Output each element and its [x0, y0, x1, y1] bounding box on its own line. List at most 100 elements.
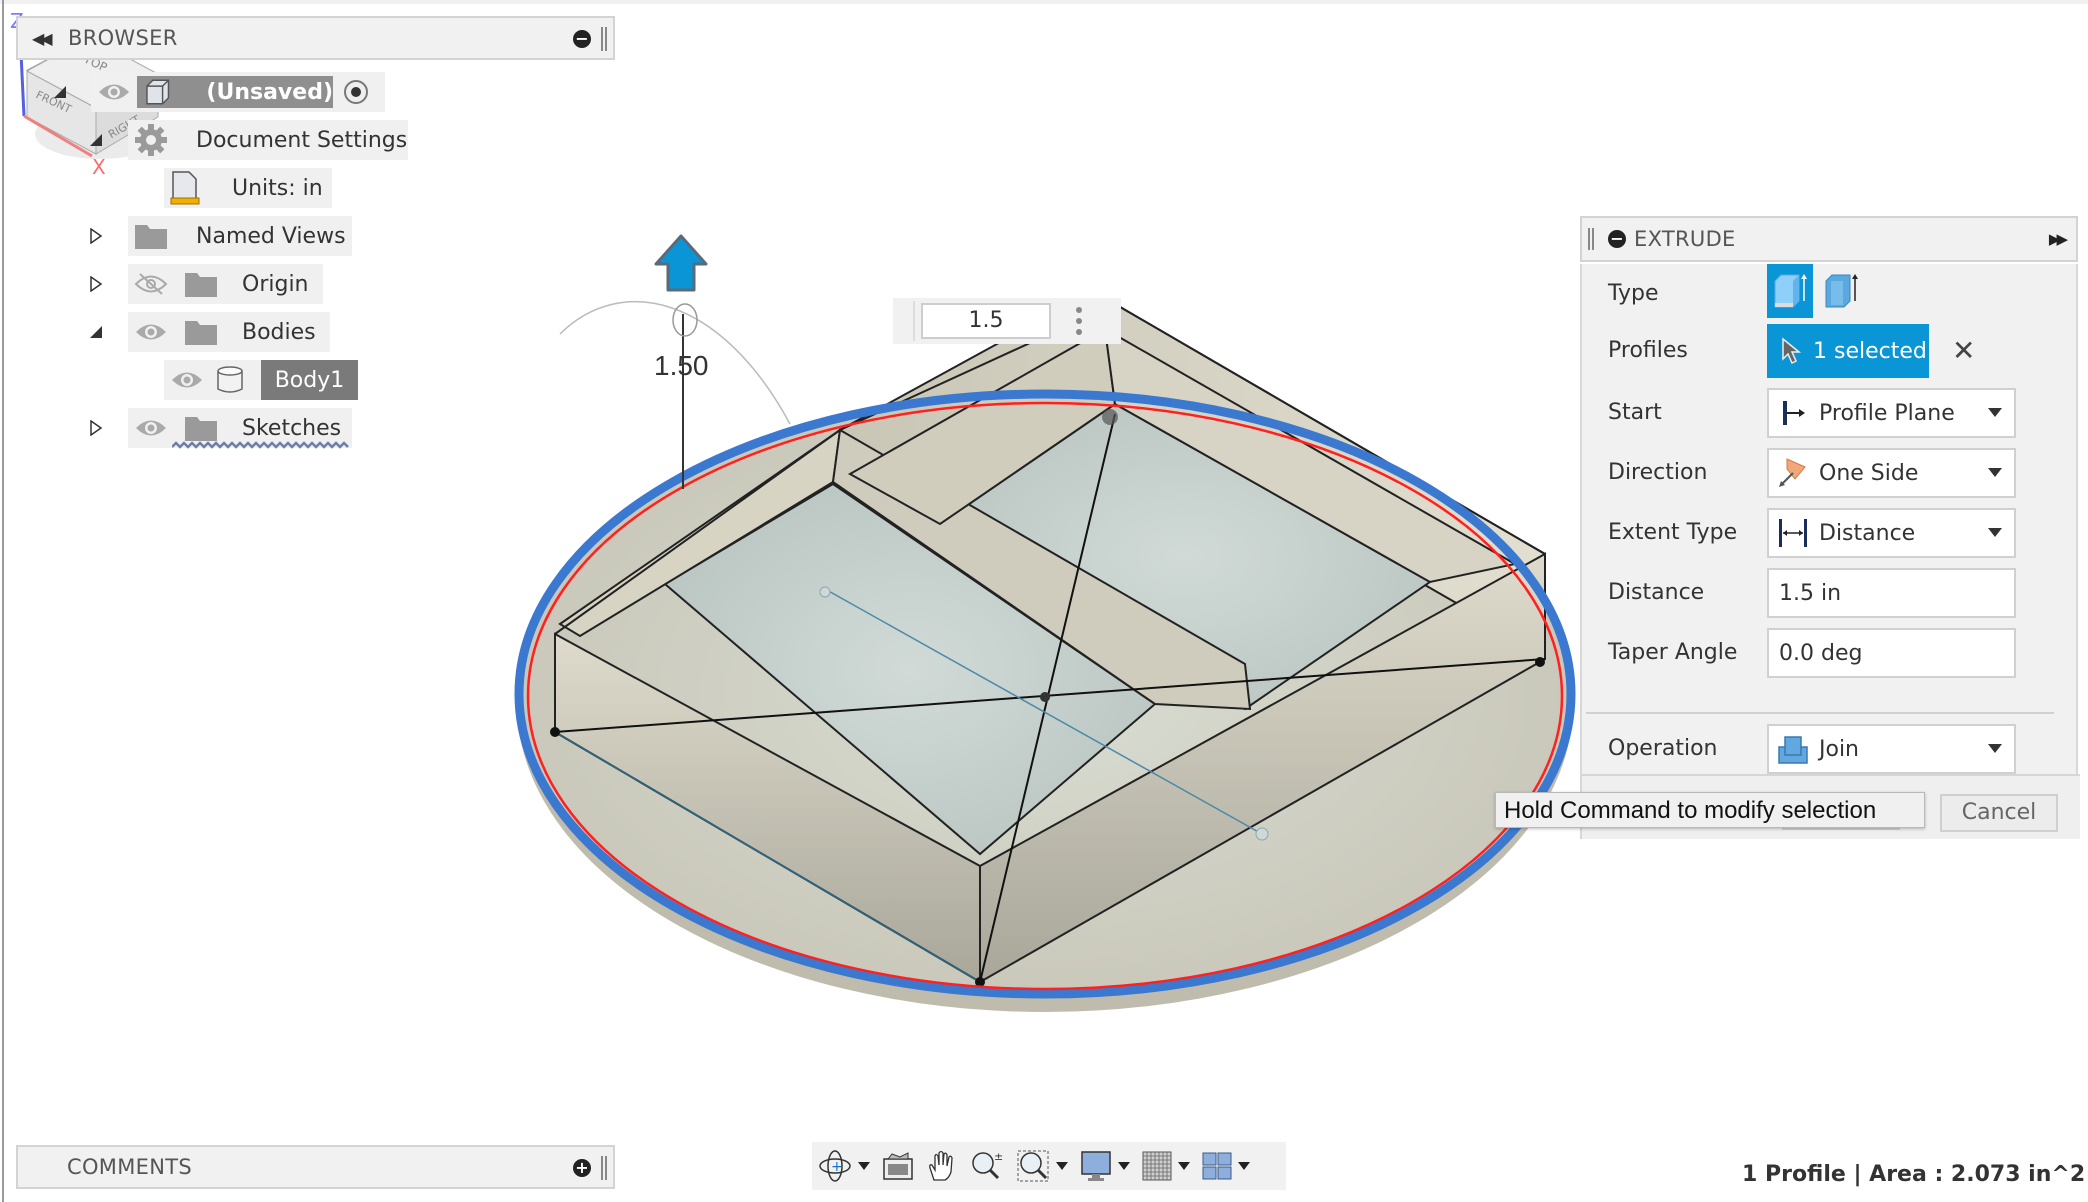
row-operation: Operation Join	[1582, 724, 2080, 776]
collapsed-triangle-icon[interactable]	[88, 420, 104, 436]
eye-icon[interactable]	[134, 321, 168, 343]
collapse-panel-icon[interactable]: ◀◀	[32, 29, 62, 48]
root-label-highlight: (Unsaved)	[137, 76, 333, 108]
chevron-down-icon	[1988, 528, 2002, 537]
eye-hidden-icon[interactable]	[134, 273, 168, 295]
add-comment-icon[interactable]: +	[573, 1159, 591, 1177]
row-profiles: Profiles 1 selected ✕	[1582, 324, 2080, 378]
distance-extent-icon	[1779, 519, 1807, 547]
operation-dropdown[interactable]: Join	[1767, 724, 2016, 774]
tree-item-units[interactable]: Units: in	[164, 168, 332, 208]
type-solid-button[interactable]	[1767, 264, 1813, 318]
chevron-down-icon[interactable]	[1056, 1162, 1068, 1170]
extrude-header: − EXTRUDE ▶▶	[1580, 216, 2078, 262]
profile-plane-icon	[1783, 401, 1805, 425]
collapse-dialog-icon[interactable]: −	[1608, 230, 1626, 248]
chevron-down-icon	[1988, 468, 2002, 477]
tree-item-document-settings[interactable]: Document Settings	[128, 120, 408, 160]
fit-button[interactable]	[1016, 1146, 1068, 1186]
tree-item-origin[interactable]: Origin	[128, 264, 323, 304]
chevron-down-icon[interactable]	[1238, 1162, 1250, 1170]
chevron-down-icon[interactable]	[1118, 1162, 1130, 1170]
distance-label: Distance	[1608, 580, 1705, 605]
extrude-distance-arrow[interactable]	[654, 234, 708, 292]
direction-dropdown[interactable]: One Side	[1767, 448, 2016, 498]
taper-angle-value: 0.0 deg	[1779, 640, 1863, 666]
drag-handle[interactable]	[897, 301, 915, 341]
comments-header: COMMENTS +	[16, 1145, 615, 1189]
distance-input[interactable]: 1.5	[921, 303, 1051, 339]
viewports-button[interactable]	[1202, 1146, 1250, 1186]
operation-label: Operation	[1608, 736, 1718, 761]
tree-item-label: Bodies	[242, 319, 316, 345]
dialog-grip-icon[interactable]	[1588, 228, 1594, 250]
collapse-browser-icon[interactable]: −	[573, 30, 591, 48]
tree-item-label: Document Settings	[196, 127, 408, 153]
orbit-button[interactable]: +	[818, 1146, 870, 1186]
clear-selection-icon[interactable]: ✕	[1952, 334, 1975, 367]
tree-item-label: Body1	[274, 367, 345, 393]
panel-grip-icon[interactable]	[601, 1156, 607, 1180]
start-dropdown[interactable]: Profile Plane	[1767, 388, 2016, 438]
extent-type-value: Distance	[1819, 520, 1916, 546]
tree-item-label: Sketches	[242, 415, 342, 441]
cursor-icon	[1782, 337, 1802, 365]
activate-radio-icon[interactable]	[343, 79, 369, 105]
expanded-triangle-icon[interactable]	[52, 84, 68, 100]
folder-icon	[135, 225, 167, 249]
comments-title: COMMENTS	[67, 1155, 192, 1179]
folder-icon	[185, 273, 217, 297]
profiles-selection-button[interactable]: 1 selected	[1767, 324, 1929, 378]
expanded-triangle-icon[interactable]	[88, 324, 104, 340]
extent-type-dropdown[interactable]: Distance	[1767, 508, 2016, 558]
status-readout: 1 Profile | Area : 2.073 in^2	[1742, 1162, 2086, 1187]
dimension-label: 1.50	[654, 350, 709, 381]
type-thin-button[interactable]	[1818, 264, 1864, 318]
zoom-button[interactable]: ±	[970, 1146, 1004, 1186]
chevron-down-icon[interactable]	[1178, 1162, 1190, 1170]
taper-angle-label: Taper Angle	[1608, 640, 1738, 665]
warning-underline	[172, 441, 349, 449]
panel-grip-icon[interactable]	[601, 27, 607, 51]
cancel-button[interactable]: Cancel	[1940, 794, 2058, 832]
distance-field[interactable]: 1.5 in	[1767, 568, 2016, 618]
eye-icon[interactable]	[97, 81, 131, 103]
eye-icon[interactable]	[134, 417, 168, 439]
direction-label: Direction	[1608, 460, 1708, 485]
expand-dialog-icon[interactable]: ▶▶	[2049, 230, 2068, 248]
tree-item-bodies[interactable]: Bodies	[128, 312, 330, 352]
pan-button[interactable]	[926, 1146, 958, 1186]
collapsed-triangle-icon[interactable]	[88, 276, 104, 292]
expanded-triangle-icon[interactable]	[88, 132, 104, 148]
row-distance: Distance 1.5 in	[1582, 568, 2080, 620]
taper-angle-field[interactable]: 0.0 deg	[1767, 628, 2016, 678]
window-left-border	[2, 0, 4, 1202]
tree-item-sketches[interactable]: Sketches	[128, 408, 352, 449]
row-direction: Direction One Side	[1582, 448, 2080, 500]
tree-item-body1[interactable]: Body1	[164, 360, 358, 400]
chevron-down-icon[interactable]	[858, 1162, 870, 1170]
chevron-down-icon	[1988, 408, 2002, 417]
component-icon	[146, 79, 170, 105]
chevron-down-icon	[1988, 744, 2002, 753]
look-at-button[interactable]	[882, 1146, 914, 1186]
collapsed-triangle-icon[interactable]	[88, 228, 104, 244]
tree-item-label: (Unsaved)	[206, 79, 333, 105]
direction-value: One Side	[1819, 460, 1919, 486]
display-settings-button[interactable]	[1080, 1146, 1130, 1186]
row-start: Start Profile Plane	[1582, 388, 2080, 440]
more-options-icon[interactable]	[1069, 307, 1089, 335]
start-value: Profile Plane	[1819, 400, 1955, 426]
eye-icon[interactable]	[170, 369, 204, 391]
navigation-toolbar: + ±	[812, 1142, 1286, 1190]
join-icon	[1778, 736, 1808, 764]
browser-title: BROWSER	[68, 26, 178, 50]
tree-item-named-views[interactable]: Named Views	[128, 216, 352, 256]
extrude-dialog: − EXTRUDE ▶▶ Type Profiles 1 selected ✕ …	[1580, 216, 2080, 839]
axis-x-label: X	[92, 155, 106, 179]
profiles-value: 1 selected	[1813, 338, 1927, 364]
grid-snaps-button[interactable]	[1142, 1146, 1190, 1186]
orbit-icon: +	[819, 1150, 851, 1182]
tree-item-root[interactable]: (Unsaved)	[91, 72, 385, 112]
tooltip: Hold Command to modify selection	[1495, 792, 1925, 828]
